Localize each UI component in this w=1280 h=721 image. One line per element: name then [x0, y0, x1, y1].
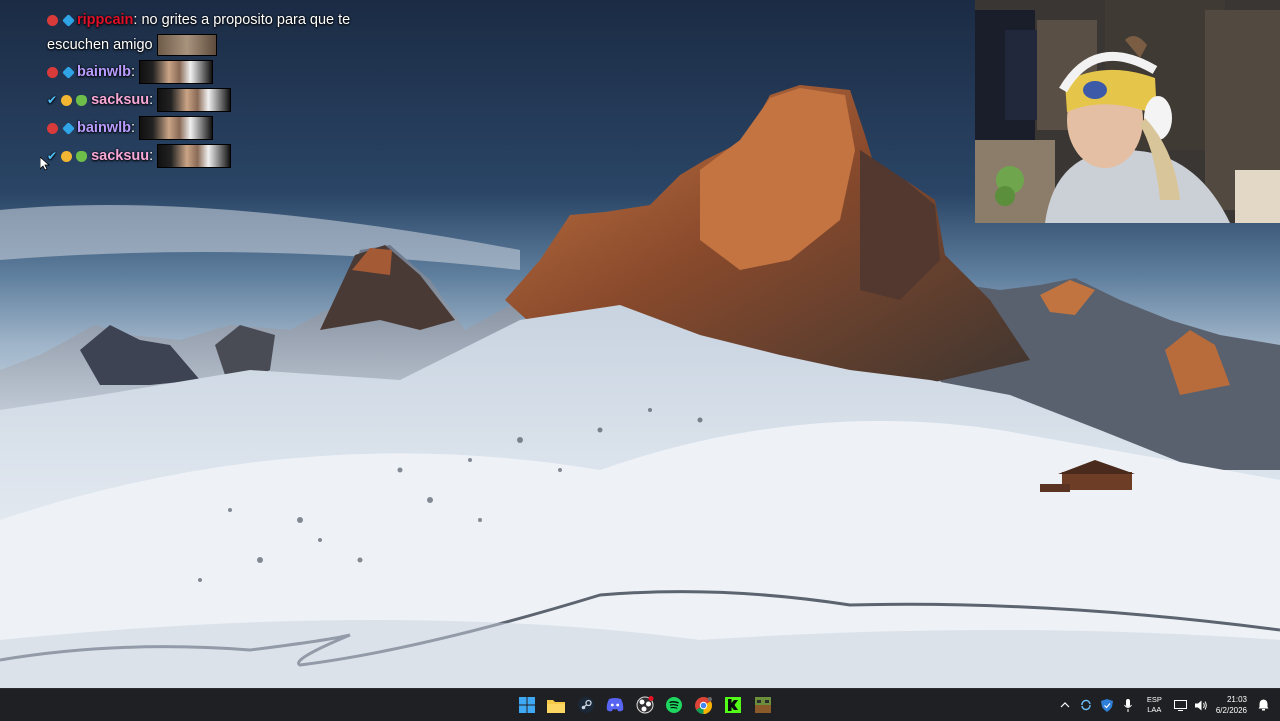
chat-emote-image	[139, 116, 214, 140]
minecraft-icon[interactable]	[748, 689, 778, 721]
clock-date: 6/2/2026	[1215, 706, 1247, 715]
red-circle-badge-icon	[47, 66, 58, 78]
chat-username: bainwlb	[77, 120, 131, 136]
chrome-icon[interactable]	[689, 689, 719, 721]
input-language-indicator[interactable]: ESP LAA	[1147, 695, 1162, 715]
chat-emote-image	[139, 60, 214, 84]
chat-message-continuation: escuchen amigo	[47, 32, 377, 58]
chat-separator: :	[149, 92, 154, 108]
chat-separator: :	[133, 12, 138, 28]
mouse-cursor-icon	[40, 157, 50, 171]
sync-icon[interactable]	[1076, 689, 1097, 721]
discord-icon[interactable]	[601, 689, 631, 721]
volume-speaker-icon[interactable]	[1191, 689, 1212, 721]
gold-coin-badge-icon	[61, 94, 73, 106]
blue-gem-badge-icon	[62, 13, 75, 27]
chat-text: escuchen amigo	[47, 37, 153, 53]
network-monitor-icon[interactable]	[1170, 689, 1191, 721]
chat-emote-image	[156, 34, 217, 56]
chat-username: sacksuu	[91, 148, 150, 164]
chat-message: ✔ sacksuu:	[47, 86, 377, 114]
system-tray: ESP LAA 21:03 6/2/2026	[1055, 689, 1280, 721]
chat-separator: :	[130, 64, 136, 80]
red-circle-badge-icon	[47, 14, 58, 26]
chat-emote-image	[157, 88, 232, 112]
notification-bell-icon[interactable]	[1253, 689, 1274, 721]
blue-gem-badge-icon	[62, 65, 75, 79]
file-explorer-icon[interactable]	[542, 689, 572, 721]
chat-emote-image	[157, 144, 232, 168]
gold-coin-badge-icon	[61, 150, 73, 162]
security-shield-icon[interactable]	[1097, 689, 1118, 721]
steam-icon[interactable]	[571, 689, 601, 721]
chat-username: rippcain	[77, 12, 134, 28]
microphone-icon[interactable]	[1118, 689, 1139, 721]
frog-badge-icon	[76, 150, 88, 162]
clock-time: 21:03	[1226, 695, 1247, 704]
webcam-overlay	[975, 0, 1280, 223]
taskbar-pinned-apps	[512, 689, 778, 721]
blue-gem-badge-icon	[62, 121, 75, 135]
windows-start-icon[interactable]	[512, 689, 542, 721]
chat-message: bainwlb:	[47, 58, 377, 86]
taskbar-clock[interactable]: 21:03 6/2/2026	[1216, 694, 1247, 716]
language-code: ESP	[1146, 695, 1162, 704]
chat-text: no grites a proposito para que te	[141, 12, 351, 28]
red-circle-badge-icon	[47, 122, 58, 134]
webcam-video-feed	[975, 0, 1280, 223]
chat-separator: :	[130, 120, 136, 136]
spotify-icon[interactable]	[660, 689, 690, 721]
stream-chat-overlay: rippcain: no grites a proposito para que…	[47, 8, 377, 170]
keyboard-layout-code: LAA	[1147, 705, 1162, 714]
frog-badge-icon	[76, 94, 88, 106]
kick-icon[interactable]	[719, 689, 749, 721]
show-hidden-icons-chevron-up-icon[interactable]	[1055, 689, 1076, 721]
chat-message: ✔ sacksuu:	[47, 142, 377, 170]
chat-username: sacksuu	[91, 92, 150, 108]
chat-username: bainwlb	[77, 64, 131, 80]
taskbar: ESP LAA 21:03 6/2/2026	[0, 688, 1280, 721]
desktop: rippcain: no grites a proposito para que…	[0, 0, 1280, 688]
chat-message: bainwlb:	[47, 114, 377, 142]
chat-separator: :	[149, 148, 154, 164]
checkmark-badge-icon: ✔	[47, 93, 58, 107]
chat-message: rippcain: no grites a proposito para que…	[47, 8, 377, 32]
obs-icon[interactable]	[630, 689, 660, 721]
